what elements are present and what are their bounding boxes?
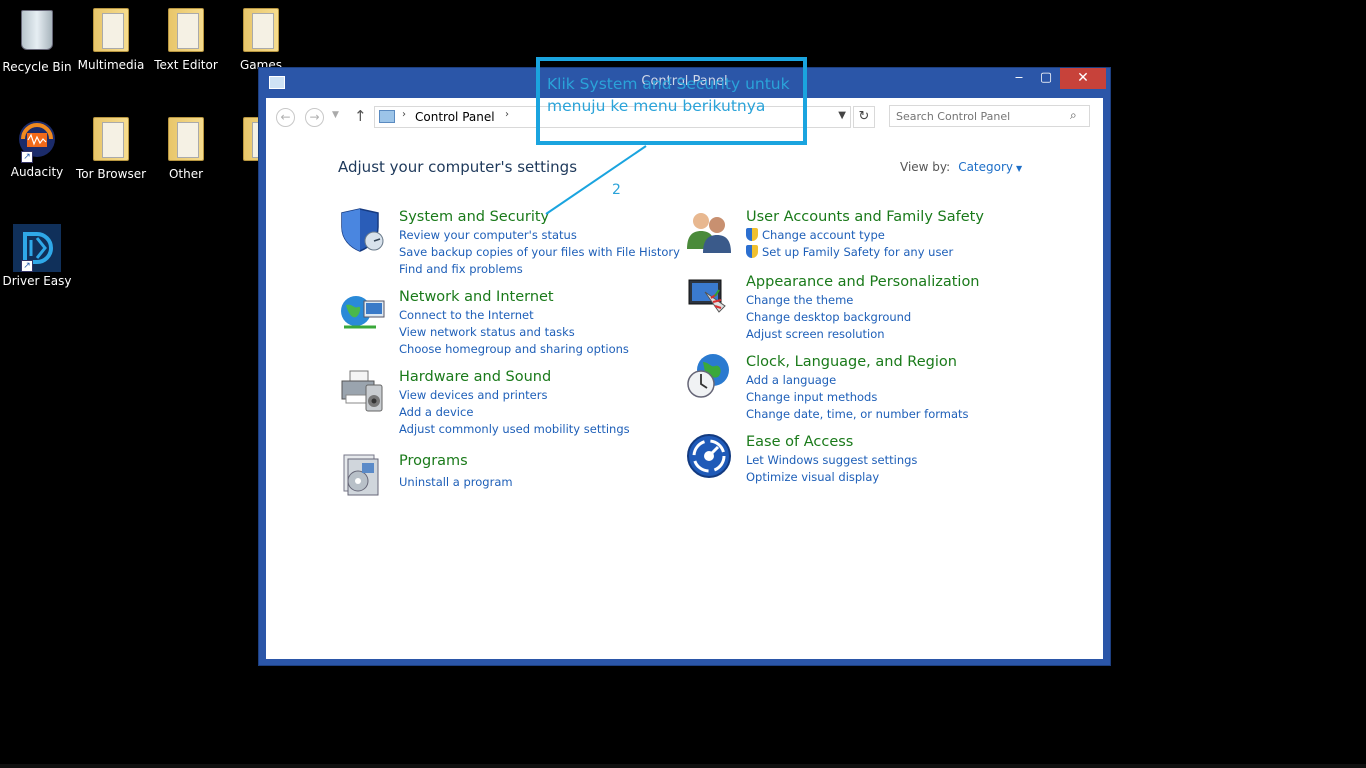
search-icon[interactable]: ⌕ bbox=[1070, 108, 1077, 123]
category-link[interactable]: Add a language bbox=[746, 372, 969, 389]
folder-icon bbox=[168, 8, 204, 52]
desktop-icon-label: Driver Easy bbox=[2, 274, 72, 288]
category-title[interactable]: Clock, Language, and Region bbox=[746, 352, 969, 372]
category-link[interactable]: Review your computer's status bbox=[399, 227, 680, 244]
category-link[interactable]: Adjust commonly used mobility settings bbox=[399, 421, 630, 438]
page-title: Adjust your computer's settings bbox=[338, 158, 578, 176]
chevron-down-icon[interactable]: ▼ bbox=[1016, 164, 1022, 173]
category-link[interactable]: Change the theme bbox=[746, 292, 980, 309]
category-link[interactable]: Find and fix problems bbox=[399, 261, 680, 278]
breadcrumb-separator[interactable]: › bbox=[402, 109, 406, 120]
desktop-icon-text-editor[interactable]: Text Editor bbox=[151, 6, 221, 72]
folder-icon bbox=[93, 117, 129, 161]
category-title[interactable]: Network and Internet bbox=[399, 287, 629, 307]
control-panel-window: Control Panel ‒ ▢ ✕ ← → ▼ ↑ › Control Pa… bbox=[258, 67, 1111, 666]
programs-icon[interactable] bbox=[338, 451, 386, 499]
category-link[interactable]: View network status and tasks bbox=[399, 324, 629, 341]
audacity-icon: ↗ bbox=[13, 115, 61, 163]
clock-globe-icon[interactable] bbox=[685, 352, 733, 400]
desktop-icon-other[interactable]: Other bbox=[151, 115, 221, 181]
printer-speaker-icon[interactable] bbox=[338, 367, 386, 415]
desktop-icon-multimedia[interactable]: Multimedia bbox=[76, 6, 146, 72]
category-link[interactable]: Change account type bbox=[746, 227, 984, 244]
close-button[interactable]: ✕ bbox=[1060, 68, 1106, 89]
users-icon[interactable] bbox=[685, 207, 733, 255]
view-by-dropdown[interactable]: Category bbox=[958, 160, 1013, 174]
desktop-icon-driver-easy[interactable]: ↗ Driver Easy bbox=[2, 224, 72, 288]
category-link-label: Set up Family Safety for any user bbox=[762, 245, 954, 259]
driver-easy-icon: ↗ bbox=[13, 224, 61, 272]
breadcrumb-control-panel[interactable]: Control Panel bbox=[415, 110, 495, 124]
maximize-button[interactable]: ▢ bbox=[1033, 68, 1059, 89]
category-link[interactable]: Uninstall a program bbox=[399, 474, 513, 491]
category-link[interactable]: Optimize visual display bbox=[746, 469, 917, 486]
control-panel-icon bbox=[379, 110, 395, 123]
refresh-button[interactable]: ↻ bbox=[853, 106, 875, 128]
folder-icon bbox=[168, 117, 204, 161]
search-input[interactable] bbox=[889, 105, 1090, 127]
desktop-icon-games[interactable]: Games bbox=[226, 6, 296, 72]
breadcrumb-separator[interactable]: › bbox=[505, 109, 509, 120]
chevron-down-icon: ▼ bbox=[332, 110, 339, 120]
category-link[interactable]: Let Windows suggest settings bbox=[746, 452, 917, 469]
category-title[interactable]: System and Security bbox=[399, 207, 680, 227]
taskbar[interactable] bbox=[0, 764, 1366, 768]
category-link[interactable]: Save backup copies of your files with Fi… bbox=[399, 244, 680, 261]
monitor-palette-icon[interactable] bbox=[685, 272, 733, 320]
category-link[interactable]: Connect to the Internet bbox=[399, 307, 629, 324]
back-button[interactable]: ← bbox=[276, 108, 295, 127]
arrow-right-icon: → bbox=[309, 110, 320, 124]
recycle-bin-icon bbox=[21, 10, 53, 50]
folder-icon bbox=[93, 8, 129, 52]
category-title[interactable]: User Accounts and Family Safety bbox=[746, 207, 984, 227]
annotation-text: Klik System and Security untuk menuju ke… bbox=[547, 75, 790, 115]
arrow-left-icon: ← bbox=[280, 110, 291, 124]
refresh-icon: ↻ bbox=[858, 109, 870, 124]
uac-shield-icon bbox=[746, 245, 758, 258]
desktop-icon-tor-browser[interactable]: Tor Browser bbox=[76, 115, 146, 181]
desktop-icon-label: Text Editor bbox=[154, 58, 218, 72]
category-link[interactable]: Change input methods bbox=[746, 389, 969, 406]
desktop-icon-label: Other bbox=[168, 167, 204, 181]
address-dropdown-icon[interactable]: ▼ bbox=[838, 110, 846, 121]
shortcut-arrow-icon: ↗ bbox=[21, 151, 33, 163]
category-link[interactable]: Change desktop background bbox=[746, 309, 980, 326]
forward-button[interactable]: → bbox=[305, 108, 324, 127]
category-title[interactable]: Hardware and Sound bbox=[399, 367, 630, 387]
category-link[interactable]: View devices and printers bbox=[399, 387, 630, 404]
category-link[interactable]: Change date, time, or number formats bbox=[746, 406, 969, 423]
uac-shield-icon bbox=[746, 228, 758, 241]
recent-locations-button[interactable]: ▼ bbox=[332, 110, 339, 120]
category-title[interactable]: Ease of Access bbox=[746, 432, 917, 452]
annotation-step-number: 2 bbox=[612, 182, 621, 198]
ease-of-access-icon[interactable] bbox=[685, 432, 733, 480]
window-content: ← → ▼ ↑ › Control Panel › ▼ ↻ ⌕ Adjust y… bbox=[266, 98, 1103, 659]
desktop-icon-label: Tor Browser bbox=[76, 167, 147, 181]
category-link[interactable]: Set up Family Safety for any user bbox=[746, 244, 984, 261]
category-link-label: Change account type bbox=[762, 228, 885, 242]
desktop-icon-audacity[interactable]: ↗ Audacity bbox=[2, 115, 72, 179]
desktop-icon-label: Audacity bbox=[10, 165, 64, 179]
shortcut-arrow-icon: ↗ bbox=[21, 260, 33, 272]
desktop-icon-recycle-bin[interactable]: Recycle Bin bbox=[2, 6, 72, 74]
minimize-button[interactable]: ‒ bbox=[1006, 68, 1032, 89]
folder-icon bbox=[243, 8, 279, 52]
category-link[interactable]: Add a device bbox=[399, 404, 630, 421]
desktop-icon-label: Recycle Bin bbox=[2, 60, 72, 74]
arrow-up-icon: ↑ bbox=[354, 107, 367, 125]
shield-icon[interactable] bbox=[338, 207, 386, 255]
view-by-label: View by: bbox=[900, 160, 951, 174]
category-link[interactable]: Choose homegroup and sharing options bbox=[399, 341, 629, 358]
network-globe-icon[interactable] bbox=[338, 287, 386, 335]
up-button[interactable]: ↑ bbox=[354, 107, 367, 125]
category-title[interactable]: Appearance and Personalization bbox=[746, 272, 980, 292]
view-by: View by: Category ▼ bbox=[900, 160, 1022, 174]
desktop-icon-label: Multimedia bbox=[77, 58, 145, 72]
category-link[interactable]: Adjust screen resolution bbox=[746, 326, 980, 343]
category-title[interactable]: Programs bbox=[399, 451, 513, 471]
